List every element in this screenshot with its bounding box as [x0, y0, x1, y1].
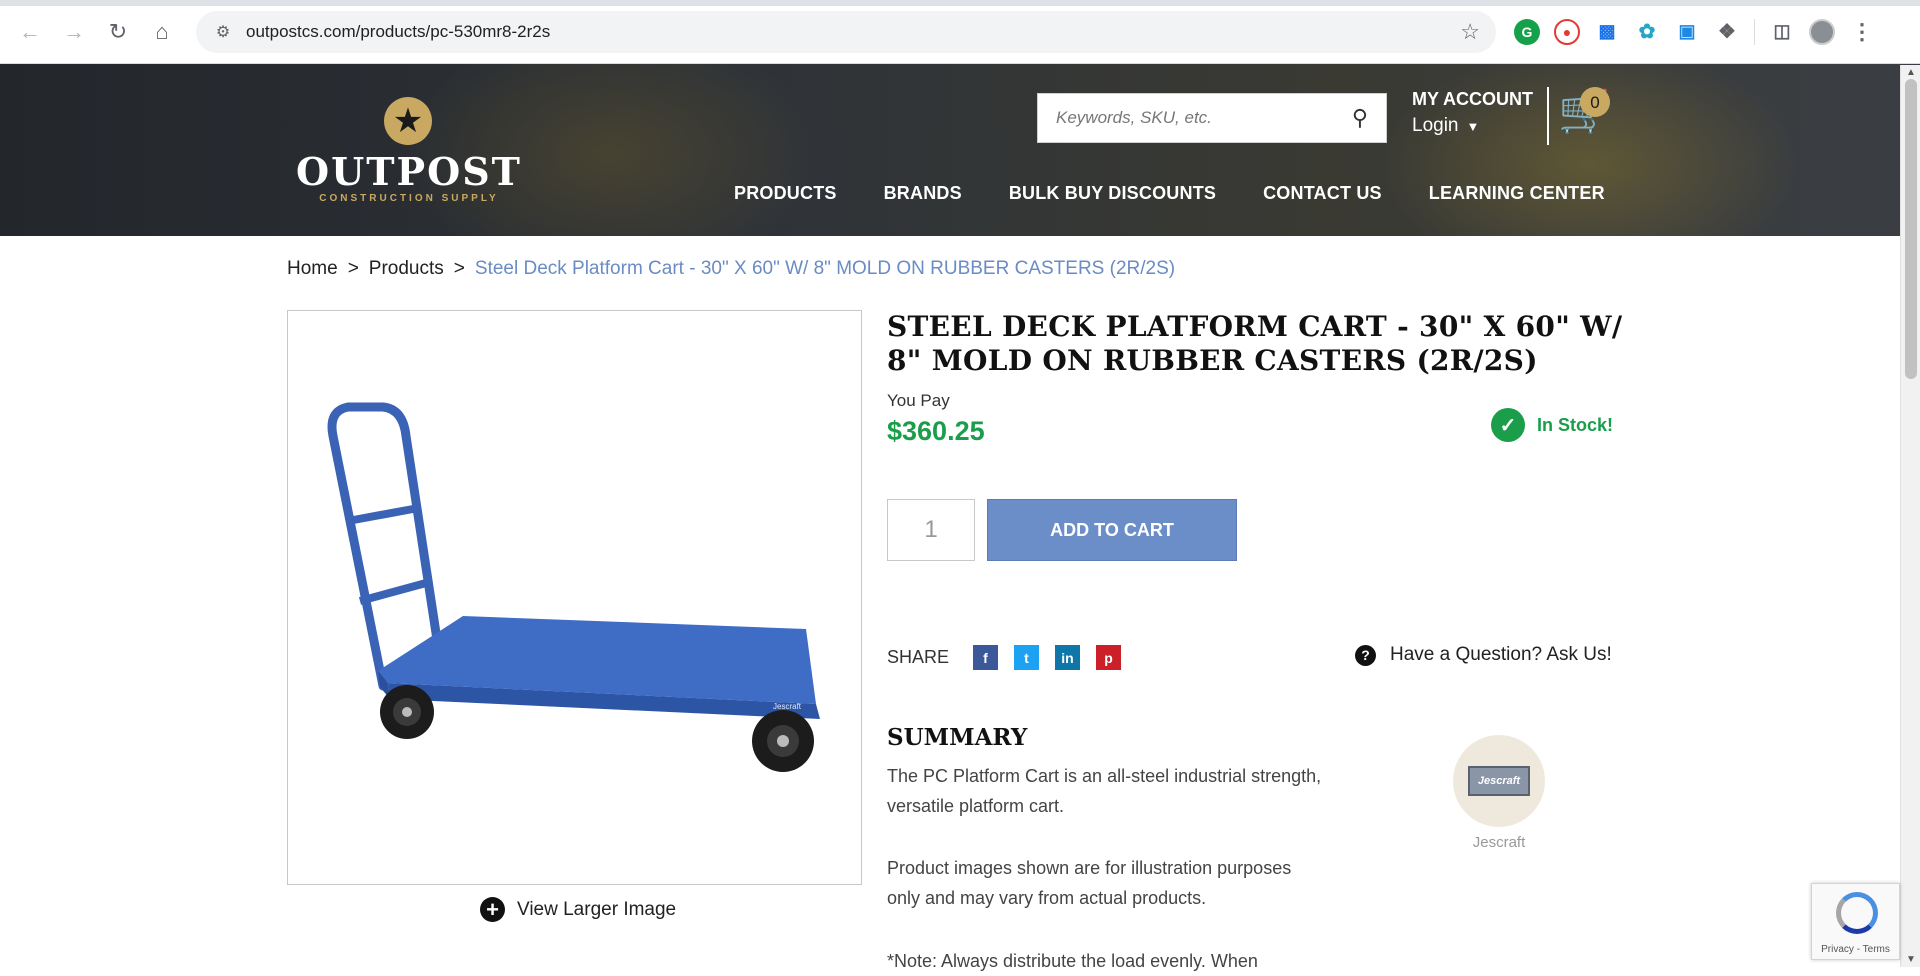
site-settings-icon[interactable]: ⚙ — [212, 21, 234, 43]
my-account-title[interactable]: MY ACCOUNT — [1412, 89, 1533, 110]
ask-question-label[interactable]: Have a Question? Ask Us! — [1390, 644, 1612, 666]
star-logo-icon: ★ — [384, 97, 432, 145]
browser-toolbar: ← → ↻ ⌂ ⚙ outpostcs.com/products/pc-530m… — [0, 0, 1920, 64]
pinterest-share-icon[interactable]: p — [1096, 645, 1122, 670]
platform-cart-illustration: Jescraft — [327, 402, 820, 772]
profile-avatar[interactable] — [1809, 18, 1835, 45]
share-label: SHARE — [887, 647, 950, 667]
cart-count-badge: 0 — [1580, 87, 1610, 117]
extensions-puzzle-icon[interactable]: ❖ — [1714, 18, 1740, 45]
ask-question-link[interactable]: ? Have a Question? Ask Us! — [1355, 644, 1612, 666]
breadcrumb-home[interactable]: Home — [287, 258, 338, 280]
product-title: STEEL DECK PLATFORM CART - 30" X 60" W/ … — [887, 310, 1623, 377]
bookmark-star-icon[interactable]: ☆ — [1460, 19, 1480, 45]
chart-extension-icon[interactable]: ▩ — [1594, 18, 1620, 45]
plus-circle-icon[interactable]: + — [480, 897, 505, 922]
nav-products[interactable]: PRODUCTS — [734, 183, 837, 204]
chrome-menu-icon[interactable]: ⋮ — [1849, 18, 1875, 45]
recaptcha-icon — [1836, 892, 1878, 934]
reload-icon[interactable]: ↻ — [100, 14, 136, 50]
share-bar: SHARE f t in p — [887, 645, 1129, 670]
main-nav: PRODUCTS BRANDS BULK BUY DISCOUNTS CONTA… — [734, 183, 1652, 204]
account-divider — [1547, 87, 1549, 145]
nav-learning-center[interactable]: LEARNING CENTER — [1429, 183, 1605, 204]
product-price: $360.25 — [887, 416, 985, 446]
breadcrumb: Home > Products > Steel Deck Platform Ca… — [287, 258, 1175, 280]
recaptcha-badge[interactable]: Privacy - Terms — [1811, 883, 1900, 960]
recaptcha-terms[interactable]: Privacy - Terms — [1812, 944, 1899, 955]
brand-logo[interactable]: Jescraft — [1453, 735, 1545, 827]
view-larger-image-link[interactable]: + View Larger Image — [480, 897, 676, 922]
grammarly-extension-icon[interactable]: G — [1514, 18, 1540, 45]
view-larger-label[interactable]: View Larger Image — [517, 899, 676, 921]
nav-contact-us[interactable]: CONTACT US — [1263, 183, 1382, 204]
login-label[interactable]: Login — [1412, 115, 1459, 137]
check-circle-icon: ✓ — [1491, 408, 1525, 442]
search-icon[interactable]: ⚲ — [1352, 105, 1368, 131]
login-dropdown[interactable]: Login ▼ — [1412, 115, 1533, 137]
facebook-share-icon[interactable]: f — [973, 645, 999, 670]
breadcrumb-separator: > — [347, 258, 359, 279]
forward-icon[interactable]: → — [56, 14, 92, 50]
account-menu[interactable]: MY ACCOUNT Login ▼ — [1412, 89, 1533, 137]
breadcrumb-current: Steel Deck Platform Cart - 30" X 60" W/ … — [474, 258, 1176, 279]
twitter-share-icon[interactable]: t — [1014, 645, 1040, 670]
you-pay-label: You Pay — [887, 391, 950, 410]
pokeball-extension-icon[interactable]: ● — [1554, 18, 1580, 45]
scroll-up-icon[interactable]: ▲ — [1906, 67, 1916, 78]
add-to-cart-button[interactable]: ADD TO CART — [987, 499, 1237, 561]
illustration-disclaimer: Product images shown are for illustratio… — [887, 858, 1292, 908]
nav-bulk-buy-discounts[interactable]: BULK BUY DISCOUNTS — [1009, 183, 1216, 204]
nav-brands[interactable]: BRANDS — [884, 183, 962, 204]
stock-status: ✓ In Stock! — [1491, 408, 1613, 442]
summary-paragraph: The PC Platform Cart is an all-steel ind… — [887, 766, 1322, 816]
jescraft-logo: Jescraft — [1468, 766, 1530, 796]
quantity-input[interactable] — [887, 499, 975, 561]
question-circle-icon[interactable]: ? — [1355, 644, 1376, 666]
product-image[interactable]: Jescraft — [287, 310, 862, 885]
site-logo[interactable]: ★ OUTPOST CONSTRUCTION SUPPLY — [286, 97, 532, 207]
page-scrollbar[interactable]: ▲ ▼ — [1900, 65, 1920, 967]
side-panel-icon[interactable]: ◫ — [1769, 18, 1795, 45]
address-bar[interactable]: ⚙ outpostcs.com/products/pc-530mr8-2r2s … — [196, 10, 1496, 53]
hexagon-extension-icon[interactable]: ✿ — [1634, 18, 1660, 45]
caret-down-icon[interactable]: ▼ — [1467, 119, 1480, 134]
cart-brand-mark: Jescraft — [773, 702, 802, 711]
stock-label: In Stock! — [1537, 414, 1614, 435]
back-icon[interactable]: ← — [12, 14, 48, 50]
brand-name[interactable]: Jescraft — [1453, 834, 1545, 851]
url-text[interactable]: outpostcs.com/products/pc-530mr8-2r2s — [246, 22, 1460, 42]
extensions-row: G ● ▩ ✿ ▣ ❖ ◫ ⋮ — [1514, 18, 1875, 45]
site-search: ⚲ — [1037, 93, 1387, 143]
load-note: *Note: Always distribute the load evenly… — [887, 951, 1258, 971]
breadcrumb-products[interactable]: Products — [369, 258, 444, 280]
scroll-down-icon[interactable]: ▼ — [1906, 954, 1916, 965]
logo-tagline: CONSTRUCTION SUPPLY — [319, 193, 499, 204]
site-header: ★ OUTPOST CONSTRUCTION SUPPLY ⚲ MY ACCOU… — [0, 64, 1920, 236]
toolbar-divider — [1754, 18, 1755, 45]
cart-button[interactable]: 🛒 0 — [1558, 87, 1614, 141]
linkedin-share-icon[interactable]: in — [1055, 645, 1081, 670]
scrollbar-thumb[interactable] — [1905, 79, 1917, 379]
logo-wordmark: OUTPOST — [296, 149, 522, 194]
breadcrumb-separator: > — [453, 258, 465, 279]
summary-heading: SUMMARY — [887, 724, 1028, 751]
search-input[interactable] — [1056, 108, 1352, 128]
camera-extension-icon[interactable]: ▣ — [1674, 18, 1700, 45]
home-icon[interactable]: ⌂ — [144, 14, 180, 50]
tab-strip — [0, 0, 1920, 6]
